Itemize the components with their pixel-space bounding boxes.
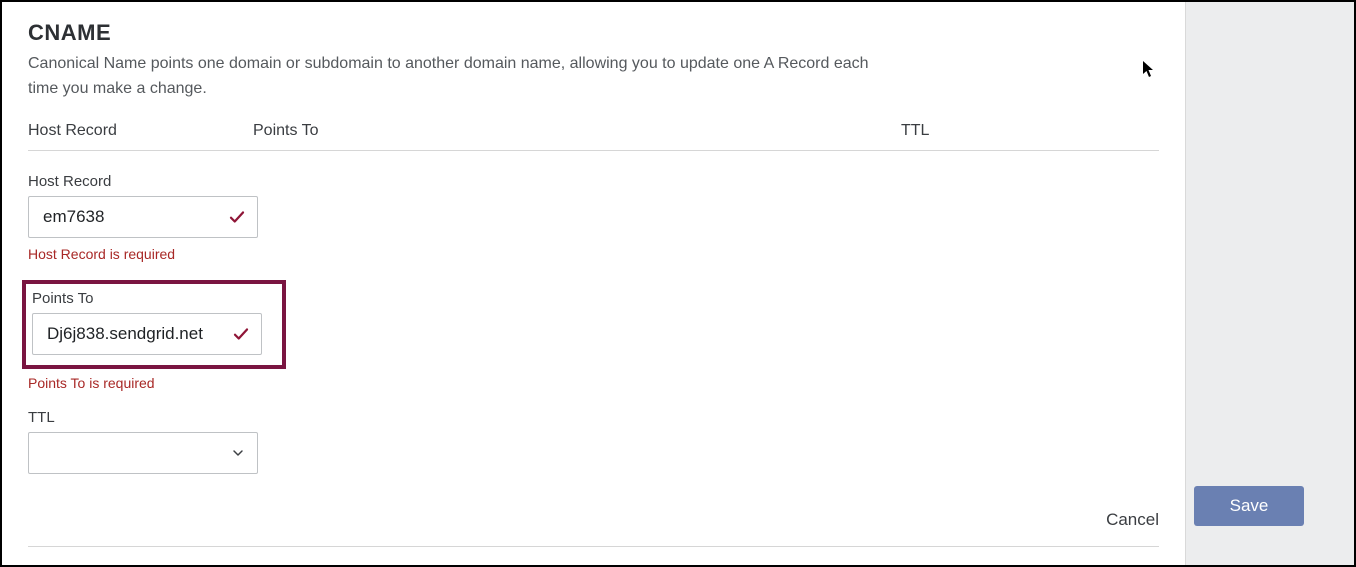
checkmark-icon [228, 208, 246, 226]
host-record-error: Host Record is required [28, 246, 1159, 262]
host-record-input[interactable] [28, 196, 258, 238]
section-title: CNAME [28, 20, 1159, 46]
host-record-label: Host Record [28, 173, 1159, 190]
side-panel: Save [1186, 2, 1354, 565]
col-header-host: Host Record [28, 122, 253, 140]
save-button[interactable]: Save [1194, 486, 1304, 526]
col-header-ttl: TTL [901, 122, 1159, 140]
ttl-label: TTL [28, 409, 1159, 426]
section-description: Canonical Name points one domain or subd… [28, 52, 878, 102]
form-footer: Cancel [28, 507, 1159, 547]
cursor-icon [1142, 60, 1156, 78]
chevron-down-icon [230, 445, 246, 461]
ttl-group: TTL [28, 409, 1159, 474]
points-to-error: Points To is required [28, 375, 1159, 391]
host-record-group: Host Record Host Record is required [28, 173, 1159, 262]
column-headers: Host Record Points To TTL [28, 122, 1159, 151]
points-to-input[interactable] [32, 313, 262, 355]
checkmark-icon [232, 325, 250, 343]
ttl-select[interactable] [28, 432, 258, 474]
points-to-label: Points To [32, 290, 272, 307]
points-to-group-highlight: Points To [22, 280, 286, 369]
cancel-button[interactable]: Cancel [1106, 507, 1159, 530]
cname-form-panel: CNAME Canonical Name points one domain o… [2, 2, 1186, 565]
col-header-points-to: Points To [253, 122, 901, 140]
